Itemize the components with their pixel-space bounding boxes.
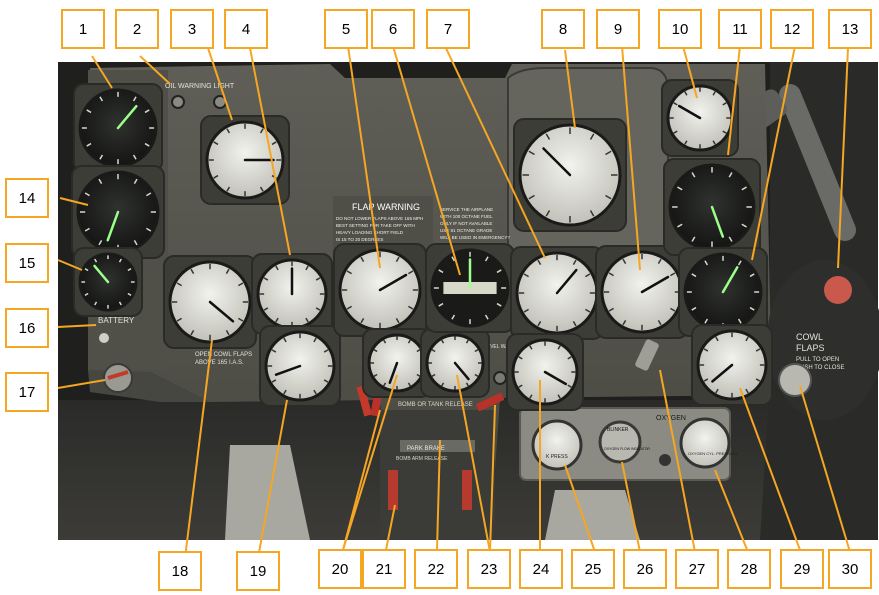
oil-temp-gauge	[73, 247, 143, 317]
callout-16: 16	[5, 308, 49, 348]
cowl-flaps-warning-2: OPEN COWL FLAPS	[195, 352, 252, 358]
push-to-test-light	[824, 276, 852, 304]
callout-7: 7	[426, 9, 470, 49]
compass-gauge	[513, 118, 627, 232]
callout-29: 29	[780, 549, 824, 589]
oil-warning-light	[171, 95, 185, 109]
callout-5: 5	[324, 9, 368, 49]
oxygen-cyl-pressure-label: OXYGEN CYL. PRESSURE	[688, 451, 739, 456]
callout-2: 2	[115, 9, 159, 49]
bomb-belly-selector-left	[388, 470, 398, 510]
carburetor-air-temp-gauge	[678, 247, 768, 337]
oxygen-panel-label: OXYGEN	[656, 415, 686, 422]
flap-warning-line-1: DO NOT LOWER FLAPS ABOVE 165 MPH	[336, 216, 423, 221]
cowl-flaps-warning-3: ABOVE 165 I.A.S.	[195, 360, 244, 366]
callout-15: 15	[5, 243, 49, 283]
callout-4: 4	[224, 9, 268, 49]
callout-26: 26	[623, 549, 667, 589]
callout-27: 27	[675, 549, 719, 589]
callout-1: 1	[61, 9, 105, 49]
suction-gauge	[661, 79, 739, 157]
fuel-pressure-gauge	[420, 328, 490, 398]
fuel-warning-line-1: SERVICE THE AIRPLANE	[440, 207, 493, 212]
bomb-belly-selector-right	[462, 470, 472, 510]
battery-label: BATTERY	[98, 316, 135, 325]
callout-28: 28	[727, 549, 771, 589]
airspeed-gauge	[259, 325, 341, 407]
callout-17: 17	[5, 372, 49, 412]
callout-21: 21	[362, 549, 406, 589]
callout-19: 19	[236, 551, 280, 591]
callout-22: 22	[414, 549, 458, 589]
callout-20: 20	[318, 549, 362, 589]
cowl-flaps-label-2: FLAPS	[796, 343, 825, 353]
cowl-flaps-knob	[778, 363, 812, 397]
oxygen-regulator-knob	[659, 454, 671, 466]
manifold-pressure-gauge	[71, 165, 165, 259]
directional-gyro-gauge	[425, 243, 515, 333]
callout-30: 30	[828, 549, 872, 589]
rudder-pedal-right	[545, 490, 640, 540]
cockpit-panel-image: OXYGEN PARK BRAKE BOMB ARM RELEASE BOMB …	[57, 45, 879, 559]
fuel-quantity-gauge	[506, 333, 584, 411]
cowl-flaps-label-1: COWL	[796, 332, 823, 342]
battery-switch	[99, 333, 109, 343]
callout-6: 6	[371, 9, 415, 49]
turn-bank-gauge	[251, 253, 333, 335]
tachometer-gauge	[510, 246, 604, 340]
flap-warning-title: FLAP WARNING	[352, 202, 420, 212]
callout-25: 25	[571, 549, 615, 589]
callout-9: 9	[596, 9, 640, 49]
oil-pressure-gauge	[595, 245, 689, 339]
callout-10: 10	[658, 9, 702, 49]
oxygen-blinker-label: BLINKER	[607, 427, 629, 433]
flap-warning-line-3: HEAVY LOADING SHORT FIELD	[336, 230, 404, 235]
oil-warning-light-label: OIL WARNING LIGHT	[165, 83, 235, 90]
gyro-horizon-gauge	[200, 115, 290, 205]
oxygen-flow-indicator-label: OXYGEN FLOW INDICATOR	[604, 447, 650, 451]
callout-11: 11	[718, 9, 762, 49]
callout-23: 23	[467, 549, 511, 589]
callout-13: 13	[828, 9, 872, 49]
fuel-warning-line-3: ONLY IF NOT AVAILABLE	[440, 221, 492, 226]
callout-3: 3	[170, 9, 214, 49]
rate-of-climb-gauge	[333, 243, 427, 337]
flap-warning-line-2: BEST SETTING FOR TAKE OFF WITH	[336, 223, 415, 228]
callout-8: 8	[541, 9, 585, 49]
clock-gauge	[73, 83, 163, 173]
altimeter-gauge	[163, 255, 257, 349]
turbo-rpm-gauge	[663, 158, 761, 256]
cowl-flaps-plate	[767, 260, 879, 420]
cowl-flaps-label-3: PULL TO OPEN	[796, 357, 839, 363]
fuel-warning-line-2: WITH 100 OCTANE FUEL	[440, 214, 493, 219]
callout-14: 14	[5, 178, 49, 218]
hydraulic-pressure-gauge	[691, 324, 773, 406]
fuel-level-warn-light	[493, 371, 507, 385]
oxygen-cyl-pressure-gauge	[679, 417, 731, 469]
oxygen-k-press-label: K PRESS	[546, 454, 568, 460]
callout-24: 24	[519, 549, 563, 589]
callout-18: 18	[158, 551, 202, 591]
callout-12: 12	[770, 9, 814, 49]
